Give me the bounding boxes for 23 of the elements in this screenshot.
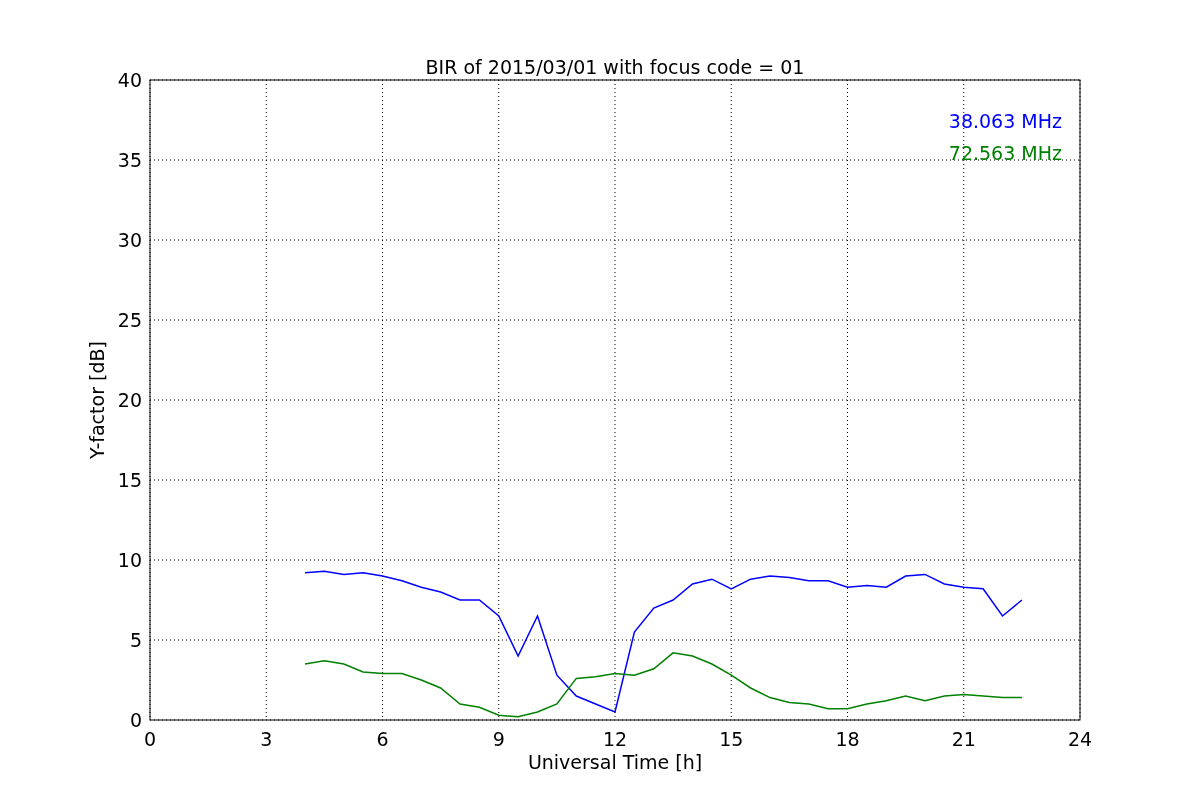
y-tick-label: 35 — [117, 149, 142, 171]
x-tick-label: 18 — [835, 728, 860, 750]
y-tick-label: 30 — [117, 229, 142, 251]
y-tick-label: 5 — [129, 629, 142, 651]
legend-label: 72.563 MHz — [948, 142, 1062, 164]
x-tick-label: 9 — [492, 728, 505, 750]
x-tick-label: 12 — [602, 728, 628, 750]
x-tick-label: 15 — [719, 728, 744, 750]
x-tick-label: 21 — [951, 728, 976, 750]
x-axis-label: Universal Time [h] — [527, 751, 703, 773]
y-axis-label: Y-factor [dB] — [86, 341, 108, 459]
y-tick-label: 15 — [117, 469, 142, 491]
x-tick-label: 6 — [376, 728, 389, 750]
y-tick-label: 25 — [117, 309, 142, 331]
legend-label: 38.063 MHz — [948, 110, 1062, 132]
x-tick-label: 3 — [260, 728, 273, 750]
chart-title: BIR of 2015/03/01 with focus code = 01 — [425, 56, 805, 78]
x-tick-label: 0 — [143, 728, 157, 750]
y-tick-label: 10 — [117, 549, 142, 571]
y-tick-label: 40 — [117, 69, 142, 91]
y-tick-label: 0 — [129, 709, 142, 731]
x-tick-label: 24 — [1067, 728, 1093, 750]
y-tick-label: 20 — [117, 389, 142, 411]
